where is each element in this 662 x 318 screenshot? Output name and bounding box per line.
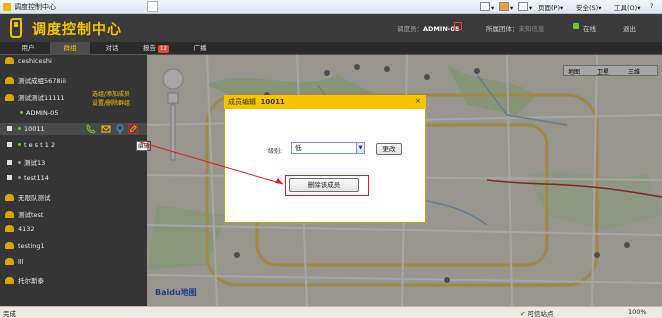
location-icon[interactable] — [115, 124, 125, 134]
tab-dialogs[interactable]: 对话 — [92, 42, 132, 55]
group-item[interactable]: 托尔斯泰 — [0, 275, 147, 285]
message-icon[interactable] — [101, 124, 111, 134]
tab-groups[interactable]: 群组 — [50, 42, 90, 55]
add-member-link[interactable]: 添加成员 — [106, 91, 130, 98]
tab-users[interactable]: 用户 — [8, 42, 48, 55]
browser-statusbar — [0, 306, 662, 318]
status-text: 完成 — [3, 310, 16, 318]
group-item[interactable]: 4132 — [0, 225, 147, 233]
group-icon — [5, 57, 14, 64]
online-status: 在线 — [583, 25, 596, 33]
online-dot — [20, 111, 23, 114]
menu-page[interactable]: 页面(P)▾ — [538, 2, 563, 12]
zoom-level[interactable]: 100% — [628, 308, 647, 316]
reports-badge: 12 — [158, 45, 169, 53]
security-zone: ✔ 可信站点 — [520, 310, 554, 318]
tab-broadcast[interactable]: 广播 — [180, 42, 220, 55]
browser-toolbar: 调度控制中心 ▾ ▾ ▾ 页面(P)▾ 安全(S)▾ 工具(O)▾ ? — [0, 0, 662, 14]
current-user: 调度员：ADMIN-05 — [397, 25, 460, 33]
offline-dot — [18, 176, 21, 179]
page-favicon-icon — [3, 3, 11, 11]
member-checkbox[interactable] — [7, 175, 12, 180]
menu-safety[interactable]: 安全(S)▾ — [576, 2, 601, 12]
group-actions-2: 设置/删除群组 — [92, 100, 131, 107]
group-icon — [5, 77, 14, 84]
print-icon[interactable]: ▾ — [518, 2, 532, 12]
change-button[interactable]: 更改 — [376, 143, 402, 155]
settings-link[interactable]: 设置 — [92, 100, 104, 107]
app-logo-icon — [10, 18, 23, 38]
group-icon — [5, 258, 14, 265]
new-tab-button[interactable] — [147, 1, 158, 12]
browser-tab-title[interactable]: 调度控制中心 — [14, 2, 56, 12]
member-checkbox[interactable] — [7, 160, 12, 165]
group-icon — [5, 94, 14, 101]
app-title: 调度控制中心 — [32, 22, 122, 38]
main-nav: 用户 群组 对话 报告12 广播 修改 搜索 搜索 退出 — [0, 42, 662, 97]
dialog-close-icon[interactable]: × — [415, 97, 421, 105]
online-dot — [18, 143, 21, 146]
group-item[interactable]: 无限队测试 — [0, 192, 147, 202]
member-checkbox[interactable] — [7, 126, 12, 131]
group-icon — [5, 211, 14, 218]
group-item[interactable]: lll — [0, 258, 147, 266]
group-item-active[interactable]: 测试测试11111 选组/添加成员 设置/删除群组 — [0, 91, 147, 107]
tab-reports[interactable]: 报告 12 — [134, 42, 178, 55]
online-dot — [18, 127, 21, 130]
logout-link[interactable]: 退出 — [623, 23, 636, 33]
group-sidebar: ceshiceshi 测试成组5678iii 测试测试11111 选组/添加成员… — [0, 55, 147, 306]
home-icon[interactable]: ▾ — [480, 2, 494, 12]
group-icon — [5, 242, 14, 249]
group-item[interactable]: testing1 — [0, 242, 147, 250]
feeds-icon[interactable]: ▾ — [499, 2, 513, 12]
member-item[interactable]: test114 — [0, 174, 147, 182]
annotation-arrow — [139, 141, 284, 185]
delete-member-button[interactable]: 删除该成员 — [289, 178, 359, 192]
group-info: 所属团体：未知信息 — [486, 25, 545, 33]
online-checkbox-icon[interactable] — [573, 23, 579, 29]
group-icon — [5, 194, 14, 201]
dialog-title: 成员编辑 10011 — [228, 98, 285, 106]
group-icon — [5, 225, 14, 232]
group-actions: 选组/添加成员 — [92, 91, 131, 98]
group-item[interactable]: ceshiceshi — [0, 57, 147, 65]
group-icon — [5, 277, 14, 284]
select-group-link[interactable]: 选组 — [92, 91, 104, 98]
delete-group-link[interactable]: 删除群组 — [106, 100, 130, 107]
group-item[interactable]: 测试成组5678iii — [0, 75, 147, 85]
member-item[interactable]: ADMIN-05 — [0, 109, 147, 117]
level-select[interactable]: 低 — [291, 142, 365, 154]
member-checkbox[interactable] — [7, 142, 12, 147]
member-item[interactable]: t e s t 1 2 — [0, 141, 147, 149]
help-icon[interactable]: ? — [650, 2, 653, 11]
group-item[interactable]: 测试test — [0, 209, 147, 219]
edit-profile-icon[interactable] — [454, 22, 462, 30]
menu-tools[interactable]: 工具(O)▾ — [614, 2, 640, 12]
offline-dot — [18, 161, 21, 164]
call-icon[interactable] — [86, 124, 96, 134]
edit-member-icon[interactable] — [128, 124, 138, 134]
member-item[interactable]: 测试13 — [0, 157, 147, 167]
chevron-down-icon[interactable]: ▼ — [356, 143, 364, 153]
